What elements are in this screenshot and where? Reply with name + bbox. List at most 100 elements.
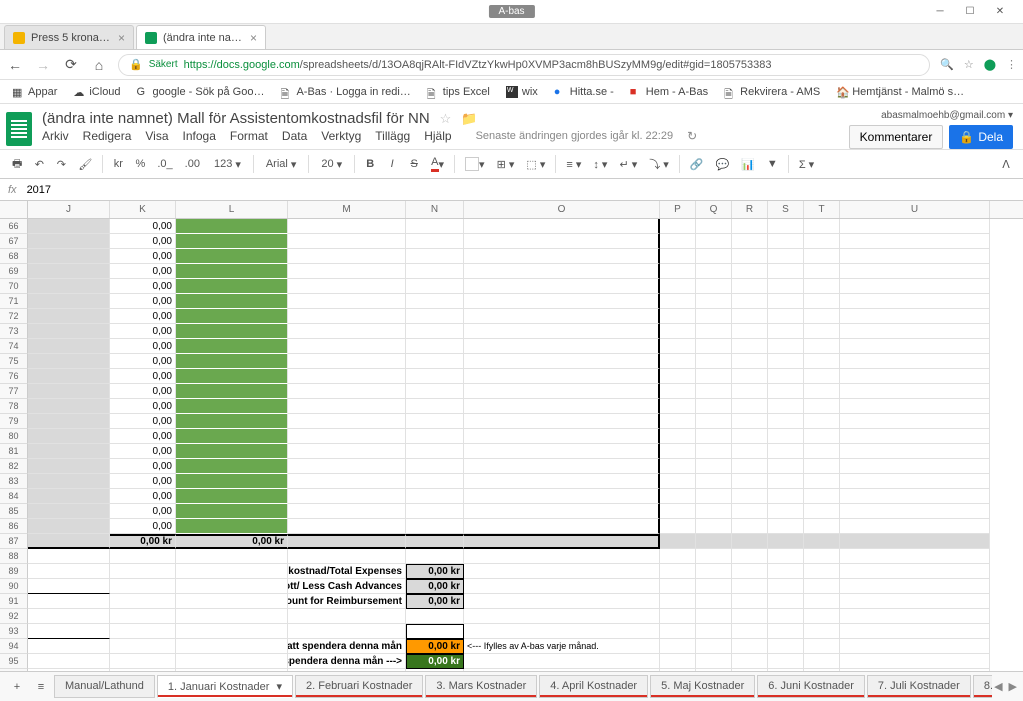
cell[interactable] — [406, 234, 464, 249]
text-color-button[interactable]: A ▾ — [427, 154, 448, 174]
cell[interactable] — [406, 474, 464, 489]
cell[interactable] — [464, 369, 660, 384]
cell[interactable]: 0,00 — [110, 354, 176, 369]
wrap-button[interactable]: ↵ ▾ — [615, 154, 641, 174]
paint-format-button[interactable]: 🖌 — [74, 154, 96, 174]
cell[interactable] — [660, 489, 696, 504]
cell[interactable] — [288, 249, 406, 264]
cell[interactable] — [176, 294, 288, 309]
star-icon[interactable]: ☆ — [440, 111, 452, 127]
comment-button[interactable]: 💬 — [712, 154, 734, 174]
cell[interactable] — [840, 579, 990, 594]
number-format-button[interactable]: 123 ▾ — [208, 156, 247, 173]
cell[interactable] — [768, 294, 804, 309]
cell[interactable] — [660, 354, 696, 369]
cell[interactable] — [696, 444, 732, 459]
cell[interactable] — [176, 609, 288, 624]
bookmark-item[interactable]: ●Hitta.se - — [548, 84, 620, 100]
cell[interactable] — [804, 264, 840, 279]
menu-tillagg[interactable]: Tillägg — [375, 129, 410, 143]
row-header[interactable]: 90 — [0, 579, 28, 594]
cell[interactable] — [28, 309, 110, 324]
cell[interactable] — [464, 429, 660, 444]
cell[interactable] — [768, 399, 804, 414]
currency-button[interactable]: kr — [109, 154, 127, 174]
cell[interactable] — [840, 249, 990, 264]
close-button[interactable]: ✕ — [985, 2, 1015, 22]
cell[interactable] — [768, 609, 804, 624]
cell[interactable]: 0,00 — [110, 219, 176, 234]
cell[interactable] — [406, 384, 464, 399]
cell[interactable] — [176, 519, 288, 534]
cell[interactable] — [696, 414, 732, 429]
font-size-select[interactable]: 20 ▾ — [315, 156, 348, 173]
cell[interactable] — [660, 534, 696, 549]
cell[interactable] — [406, 459, 464, 474]
cell[interactable] — [732, 339, 768, 354]
row-header[interactable]: 89 — [0, 564, 28, 579]
row-header[interactable]: 93 — [0, 624, 28, 639]
cell[interactable] — [28, 414, 110, 429]
cell[interactable] — [464, 249, 660, 264]
cell[interactable] — [464, 234, 660, 249]
cell[interactable] — [840, 354, 990, 369]
cell[interactable] — [732, 234, 768, 249]
cell[interactable]: Minus förskott/ Less Cash Advances — [288, 579, 406, 594]
cell[interactable] — [732, 444, 768, 459]
cell[interactable] — [406, 279, 464, 294]
cell[interactable] — [288, 234, 406, 249]
row-header[interactable]: 73 — [0, 324, 28, 339]
cell[interactable] — [288, 219, 406, 234]
cell[interactable]: Max att spendera denna mån — [288, 639, 406, 654]
cell[interactable] — [176, 594, 288, 609]
cell[interactable] — [464, 324, 660, 339]
cell[interactable] — [176, 639, 288, 654]
redo-button[interactable]: ↷ — [52, 154, 70, 174]
italic-button[interactable]: I — [383, 154, 401, 174]
cell[interactable] — [28, 249, 110, 264]
cell[interactable] — [288, 414, 406, 429]
cell[interactable] — [768, 534, 804, 549]
cell[interactable]: Netto belopp/Net Amount for Reimbursemen… — [288, 594, 406, 609]
cell[interactable] — [732, 279, 768, 294]
cell[interactable] — [696, 324, 732, 339]
row-header[interactable]: 74 — [0, 339, 28, 354]
spreadsheet-grid[interactable]: JKLMNOPQRSTU 660,00670,00680,00690,00700… — [0, 201, 1023, 671]
cell[interactable] — [406, 369, 464, 384]
cell[interactable] — [804, 639, 840, 654]
sheet-tab[interactable]: 7. Juli Kostnader — [867, 675, 971, 698]
cell[interactable] — [768, 594, 804, 609]
cell[interactable] — [176, 624, 288, 639]
cell[interactable] — [768, 444, 804, 459]
cell[interactable] — [840, 294, 990, 309]
cell[interactable] — [804, 519, 840, 534]
bookmark-item[interactable]: ☁iCloud — [67, 84, 126, 100]
cell[interactable] — [288, 294, 406, 309]
column-header-S[interactable]: S — [768, 201, 804, 218]
bold-button[interactable]: B — [361, 154, 379, 174]
cell[interactable] — [768, 429, 804, 444]
cell[interactable] — [840, 549, 990, 564]
cell[interactable] — [660, 324, 696, 339]
row-header[interactable]: 91 — [0, 594, 28, 609]
cell[interactable] — [288, 624, 406, 639]
cell[interactable]: 0,00 — [110, 459, 176, 474]
cell[interactable] — [288, 474, 406, 489]
row-header[interactable]: 88 — [0, 549, 28, 564]
cell[interactable] — [28, 534, 110, 549]
chart-button[interactable]: 📊 — [737, 154, 759, 174]
cell[interactable] — [28, 639, 110, 654]
cell[interactable] — [28, 369, 110, 384]
browser-tab-1[interactable]: (ändra inte namnet) Mall… × — [136, 25, 266, 49]
cell[interactable]: 0,00 kr — [406, 654, 464, 669]
cell[interactable]: 0,00 — [110, 234, 176, 249]
cell[interactable] — [28, 549, 110, 564]
select-all-cell[interactable] — [0, 201, 28, 218]
cell[interactable] — [732, 294, 768, 309]
cell[interactable] — [288, 459, 406, 474]
row-header[interactable]: 80 — [0, 429, 28, 444]
home-button[interactable]: ⌂ — [90, 56, 108, 74]
row-header[interactable]: 66 — [0, 219, 28, 234]
cell[interactable]: 0,00 — [110, 294, 176, 309]
cell[interactable] — [406, 339, 464, 354]
